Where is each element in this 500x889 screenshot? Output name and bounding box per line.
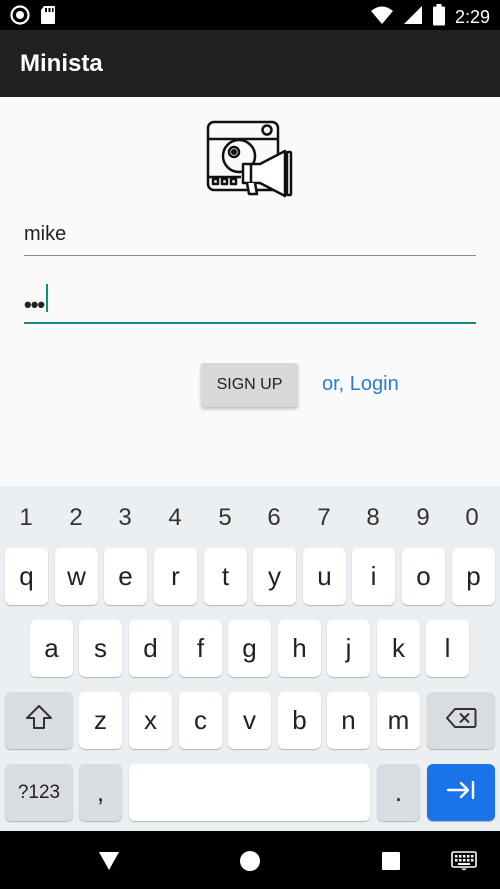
space-key[interactable] xyxy=(129,764,370,821)
key-1[interactable]: 1 xyxy=(11,504,41,532)
username-field[interactable] xyxy=(24,215,476,256)
battery-icon xyxy=(432,4,445,31)
symbols-key[interactable]: ?123 xyxy=(5,764,73,821)
key-o[interactable]: o xyxy=(402,548,445,605)
app-title: Minista xyxy=(20,50,103,77)
key-6[interactable]: 6 xyxy=(259,504,289,532)
key-g[interactable]: g xyxy=(228,620,271,677)
status-left xyxy=(10,5,56,30)
status-time: 2:29 xyxy=(454,7,490,27)
keyboard-number-row: 1 2 3 4 5 6 7 8 9 0 xyxy=(0,486,500,544)
nav-recents-icon[interactable] xyxy=(378,848,404,874)
key-0[interactable]: 0 xyxy=(457,504,487,532)
key-j[interactable]: j xyxy=(327,620,370,677)
backspace-icon xyxy=(445,705,477,736)
key-b[interactable]: b xyxy=(278,692,321,749)
password-field[interactable]: ••• xyxy=(24,282,476,324)
key-5[interactable]: 5 xyxy=(210,504,240,532)
key-l[interactable]: l xyxy=(426,620,469,677)
comma-key[interactable]: , xyxy=(79,764,122,821)
nav-home-icon[interactable] xyxy=(237,848,263,874)
text-cursor xyxy=(46,284,48,312)
key-e[interactable]: e xyxy=(104,548,147,605)
key-n[interactable]: n xyxy=(327,692,370,749)
navigation-bar xyxy=(0,831,500,889)
key-s[interactable]: s xyxy=(79,620,122,677)
key-t[interactable]: t xyxy=(204,548,247,605)
key-x[interactable]: x xyxy=(129,692,172,749)
soft-keyboard: 1 2 3 4 5 6 7 8 9 0 q w e r t y u i o p … xyxy=(0,486,500,831)
status-bar: 2:29 xyxy=(0,0,500,30)
key-3[interactable]: 3 xyxy=(110,504,140,532)
login-link[interactable]: or, Login xyxy=(322,373,399,396)
keyboard-icon[interactable] xyxy=(451,848,477,874)
enter-key[interactable] xyxy=(427,764,495,821)
key-h[interactable]: h xyxy=(278,620,321,677)
key-q[interactable]: q xyxy=(5,548,48,605)
shift-key[interactable] xyxy=(5,692,73,749)
period-key[interactable]: . xyxy=(377,764,420,821)
enter-icon xyxy=(446,777,476,808)
key-8[interactable]: 8 xyxy=(358,504,388,532)
key-7[interactable]: 7 xyxy=(309,504,339,532)
app-logo-icon xyxy=(205,119,295,199)
key-2[interactable]: 2 xyxy=(61,504,91,532)
key-9[interactable]: 9 xyxy=(408,504,438,532)
username-input[interactable] xyxy=(24,219,476,249)
key-i[interactable]: i xyxy=(352,548,395,605)
key-d[interactable]: d xyxy=(129,620,172,677)
app-bar: Minista xyxy=(0,30,500,97)
sign-up-button[interactable]: SIGN UP xyxy=(201,363,298,407)
signal-icon xyxy=(403,5,423,30)
key-y[interactable]: y xyxy=(253,548,296,605)
key-u[interactable]: u xyxy=(303,548,346,605)
shift-icon xyxy=(25,704,53,737)
nav-back-icon[interactable] xyxy=(96,848,122,874)
password-masked-value: ••• xyxy=(24,292,45,317)
key-v[interactable]: v xyxy=(228,692,271,749)
key-f[interactable]: f xyxy=(179,620,222,677)
wifi-icon xyxy=(370,5,393,30)
backspace-key[interactable] xyxy=(427,692,495,749)
key-k[interactable]: k xyxy=(377,620,420,677)
key-p[interactable]: p xyxy=(452,548,495,605)
signup-form: ••• SIGN UP or, Login xyxy=(0,97,500,486)
key-r[interactable]: r xyxy=(154,548,197,605)
key-4[interactable]: 4 xyxy=(160,504,190,532)
key-w[interactable]: w xyxy=(55,548,98,605)
status-right: 2:29 xyxy=(370,4,490,31)
record-icon xyxy=(10,5,30,30)
key-a[interactable]: a xyxy=(30,620,73,677)
key-m[interactable]: m xyxy=(377,692,420,749)
key-z[interactable]: z xyxy=(79,692,122,749)
sd-card-icon xyxy=(40,5,56,30)
key-c[interactable]: c xyxy=(179,692,222,749)
